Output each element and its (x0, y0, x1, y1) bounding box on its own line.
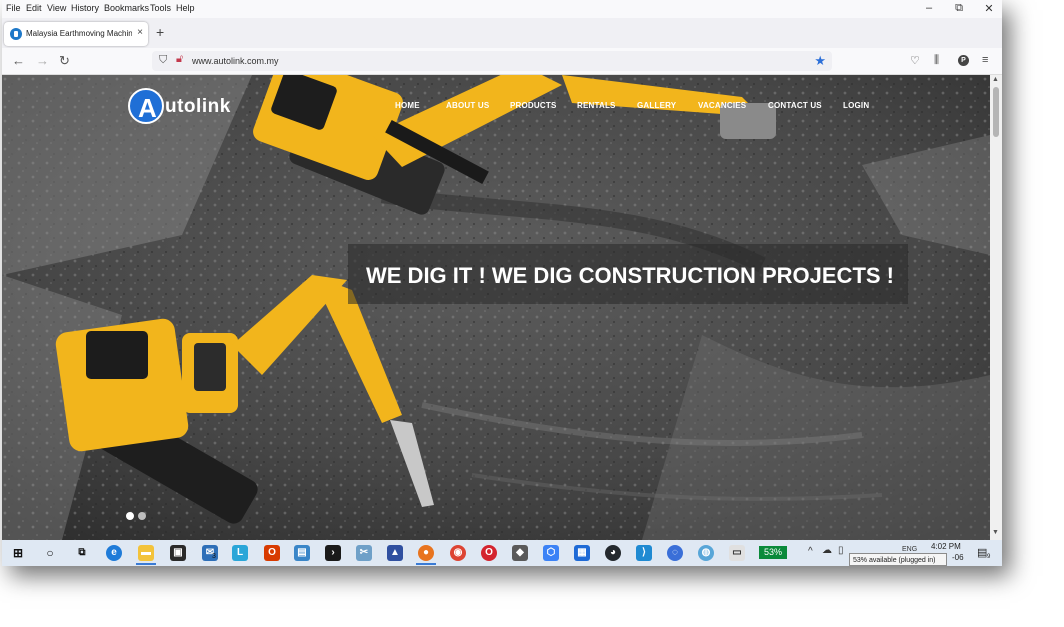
snipping-tool-icon[interactable]: ✂ (356, 545, 372, 561)
task-view-icon[interactable]: ⧉ (74, 545, 90, 561)
nav-vacancies[interactable]: VACANCIES (698, 101, 746, 110)
vscode-icon[interactable]: ⟩ (636, 545, 652, 561)
slider-pagination (126, 507, 150, 525)
site-favicon-icon (10, 28, 22, 40)
network-icon[interactable]: ☁ (822, 545, 832, 556)
logo-badge-icon: A (128, 88, 164, 124)
chrome-icon[interactable]: ◉ (450, 545, 466, 561)
scroll-thumb[interactable] (993, 87, 999, 137)
firefox-icon[interactable]: ● (418, 545, 434, 561)
scroll-down-icon[interactable]: ▼ (992, 529, 999, 536)
search-icon[interactable]: ○ (42, 545, 58, 561)
hamburger-menu-icon[interactable]: ≡ (982, 54, 988, 66)
menu-edit[interactable]: Edit (26, 3, 42, 13)
tab-bar: Malaysia Earthmoving Machinery × + (2, 18, 1002, 48)
page-scrollbar[interactable]: ▲ ▼ (990, 75, 1002, 540)
contacts-icon[interactable]: ▤ (294, 545, 310, 561)
running-indicator (136, 563, 156, 565)
notification-badge: 9 (987, 554, 991, 560)
opera-icon[interactable]: O (481, 545, 497, 561)
navigation-toolbar: ← → ↻ ⛉ 🔓︎ www.autolink.com.my ★ ♡ ⫼ P ≡ (2, 48, 1002, 75)
restore-button[interactable]: ⧉ (952, 2, 966, 15)
slider-dot[interactable] (126, 512, 134, 520)
windows-start-icon[interactable]: ⊞ (10, 545, 26, 561)
page-content: A utolink HOME ABOUT US PRODUCTS RENTALS… (2, 75, 990, 540)
app-globe-icon[interactable]: ◌ (667, 545, 683, 561)
github-icon[interactable]: ◕ (605, 545, 621, 561)
minimize-button[interactable]: – (922, 2, 936, 14)
browser-window: File Edit View History Bookmarks Tools H… (2, 0, 1002, 566)
nav-about-us[interactable]: ABOUT US (446, 101, 489, 110)
tracking-shield-icon[interactable]: ⛉ (159, 54, 167, 67)
menu-file[interactable]: File (6, 3, 21, 13)
nav-login[interactable]: LOGIN (843, 101, 869, 110)
notification-center-icon[interactable]: ▤ (977, 546, 987, 559)
clock-time[interactable]: 4:02 PM (931, 542, 961, 551)
language-indicator[interactable]: ENG (902, 546, 917, 553)
battery-indicator[interactable]: 53% (759, 546, 787, 559)
new-tab-button[interactable]: + (156, 24, 164, 40)
menu-tools[interactable]: Tools (150, 3, 171, 13)
forward-button[interactable]: → (36, 53, 49, 68)
bookmark-star-icon[interactable]: ★ (814, 53, 826, 69)
app-window-icon[interactable]: ▭ (729, 545, 745, 561)
office-icon[interactable]: O (264, 545, 280, 561)
slider-dot[interactable] (138, 512, 146, 520)
menu-history[interactable]: History (71, 3, 99, 13)
insecure-lock-icon[interactable]: 🔓︎ (176, 53, 183, 66)
battery-tray-icon[interactable]: ▯ (838, 545, 844, 556)
app-earth-icon[interactable]: ◍ (698, 545, 714, 561)
scroll-up-icon[interactable]: ▲ (992, 76, 999, 83)
reload-button[interactable]: ↻ (59, 53, 70, 69)
close-window-button[interactable]: ✕ (982, 2, 996, 15)
clock-date[interactable]: -06 (952, 553, 964, 562)
menu-help[interactable]: Help (176, 3, 195, 13)
nav-home[interactable]: HOME (395, 101, 420, 110)
app-l-icon[interactable]: L (232, 545, 248, 561)
menu-bar: File Edit View History Bookmarks Tools H… (2, 0, 1002, 18)
app-gray-icon[interactable]: ◆ (512, 545, 528, 561)
nav-gallery[interactable]: GALLERY (637, 101, 676, 110)
profile-avatar-icon[interactable]: P (958, 55, 969, 66)
store-icon[interactable]: ▣ (170, 545, 186, 561)
active-app-indicator (416, 563, 436, 565)
menu-bookmarks[interactable]: Bookmarks (104, 3, 149, 13)
back-button[interactable]: ← (12, 53, 25, 68)
url-text[interactable]: www.autolink.com.my (192, 56, 279, 66)
hero-background-image (2, 75, 990, 540)
library-icon[interactable]: ⫼ (934, 54, 939, 67)
tab-autolink[interactable]: Malaysia Earthmoving Machinery × (4, 22, 148, 46)
close-tab-icon[interactable]: × (137, 27, 143, 38)
address-bar[interactable]: ⛉ 🔓︎ www.autolink.com.my ★ (152, 51, 832, 71)
hero-headline: WE DIG IT ! WE DIG CONSTRUCTION PROJECTS… (366, 263, 894, 288)
nav-products[interactable]: PRODUCTS (510, 101, 557, 110)
app-blue-icon[interactable]: ▲ (387, 545, 403, 561)
menu-view[interactable]: View (47, 3, 66, 13)
logo-letter: A (138, 93, 157, 123)
edge-browser-icon[interactable]: e (106, 545, 122, 561)
file-explorer-icon[interactable]: ▬ (138, 545, 154, 561)
tab-title: Malaysia Earthmoving Machinery (26, 29, 132, 38)
terminal-icon[interactable]: › (325, 545, 341, 561)
mail-badge: 3 (212, 553, 216, 560)
autolink-logo[interactable]: A utolink (128, 88, 231, 124)
pocket-icon[interactable]: ♡ (910, 54, 920, 67)
nav-rentals[interactable]: RENTALS (577, 101, 616, 110)
app-doc-icon[interactable]: ▦ (574, 545, 590, 561)
show-hidden-icons-icon[interactable]: ^ (808, 546, 813, 557)
nav-contact-us[interactable]: CONTACT US (768, 101, 822, 110)
app-cube-icon[interactable]: ⬡ (543, 545, 559, 561)
battery-tooltip: 53% available (plugged in) (849, 553, 947, 566)
logo-wordmark: utolink (165, 96, 231, 117)
